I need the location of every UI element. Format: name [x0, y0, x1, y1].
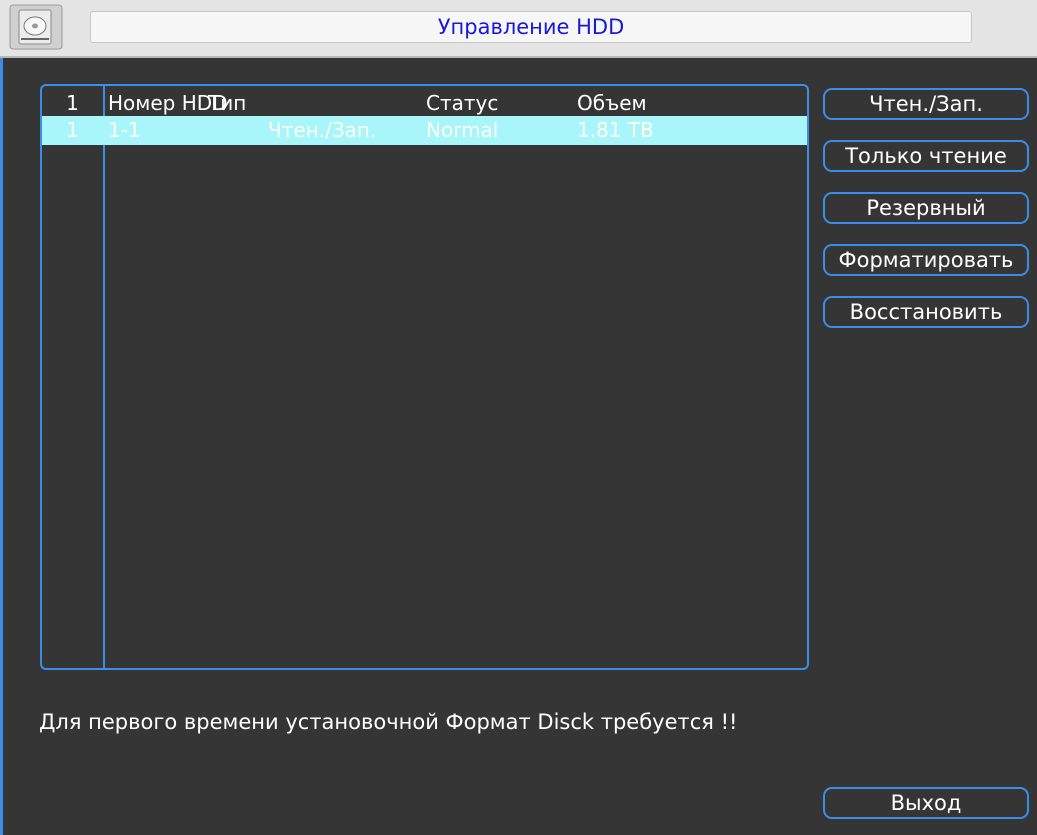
row-hdd-number: 1-1 — [108, 118, 141, 142]
header-capacity: Объем — [577, 91, 647, 115]
format-required-message: Для первого времени установочной Формат … — [39, 710, 738, 734]
format-button[interactable]: Форматировать — [823, 244, 1029, 276]
recover-button[interactable]: Восстановить — [823, 296, 1029, 328]
window-title: Управление HDD — [90, 11, 972, 43]
row-capacity: 1.81 TB — [577, 118, 654, 142]
hdd-icon — [9, 4, 63, 50]
left-edge-accent — [0, 58, 3, 835]
table-row[interactable]: 1 1-1 Чтен./Зап. Normal 1.81 TB — [42, 116, 807, 145]
header-index: 1 — [66, 91, 79, 115]
hdd-table: 1 Номер HDD Тип Статус Объем 1 1-1 Чтен.… — [40, 84, 809, 670]
title-bar: Управление HDD — [0, 0, 1037, 58]
redundant-button[interactable]: Резервный — [823, 192, 1029, 224]
row-index: 1 — [66, 118, 79, 142]
header-status: Статус — [426, 91, 499, 115]
column-divider — [103, 86, 105, 668]
row-type: Чтен./Зап. — [268, 118, 377, 142]
read-only-button[interactable]: Только чтение — [823, 140, 1029, 172]
header-type: Тип — [208, 91, 247, 115]
row-status: Normal — [426, 118, 499, 142]
read-write-button[interactable]: Чтен./Зап. — [823, 88, 1029, 120]
exit-button[interactable]: Выход — [823, 787, 1029, 819]
table-header: 1 Номер HDD Тип Статус Объем — [42, 89, 807, 118]
